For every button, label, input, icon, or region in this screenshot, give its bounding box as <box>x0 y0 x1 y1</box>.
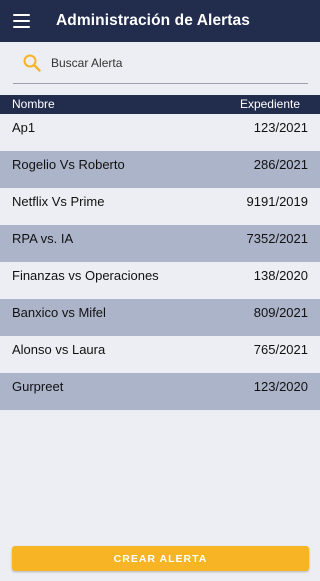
menu-line <box>13 20 30 22</box>
app-bar: Administración de Alertas <box>0 0 320 42</box>
table-row[interactable]: Netflix Vs Prime 9191/2019 <box>0 188 320 225</box>
row-expediente: 123/2020 <box>253 379 308 394</box>
row-expediente: 9191/2019 <box>246 194 308 209</box>
row-name: Ap1 <box>12 120 36 135</box>
table-row[interactable]: Rogelio Vs Roberto 286/2021 <box>0 151 320 188</box>
row-expediente: 123/2021 <box>253 120 308 135</box>
row-name: Netflix Vs Prime <box>12 194 105 209</box>
table-row[interactable]: Gurpreet 123/2020 <box>0 373 320 410</box>
table-header: Nombre Expediente <box>0 95 320 114</box>
search-input[interactable] <box>51 52 301 74</box>
row-expediente: 809/2021 <box>253 305 308 320</box>
row-name: Gurpreet <box>12 379 64 394</box>
menu-line <box>13 26 30 28</box>
column-header-nombre: Nombre <box>12 97 55 111</box>
row-expediente: 286/2021 <box>253 157 308 172</box>
column-header-expediente: Expediente <box>239 97 300 111</box>
menu-line <box>13 14 30 16</box>
row-expediente: 7352/2021 <box>246 231 308 246</box>
create-alert-button[interactable]: CREAR ALERTA <box>12 546 309 571</box>
table-row[interactable]: Alonso vs Laura 765/2021 <box>0 336 320 373</box>
row-name: Banxico vs Mifel <box>12 305 106 320</box>
search-icon[interactable] <box>22 53 42 73</box>
row-name: Alonso vs Laura <box>12 342 106 357</box>
hamburger-menu-icon[interactable] <box>13 14 30 28</box>
row-name: RPA vs. IA <box>12 231 74 246</box>
table-row[interactable]: Banxico vs Mifel 809/2021 <box>0 299 320 336</box>
search-bar <box>13 50 308 84</box>
page-title: Administración de Alertas <box>56 12 251 29</box>
row-name: Finanzas vs Operaciones <box>12 268 159 283</box>
row-expediente: 765/2021 <box>253 342 308 357</box>
table-row[interactable]: RPA vs. IA 7352/2021 <box>0 225 320 262</box>
alerts-list: Ap1 123/2021 Rogelio Vs Roberto 286/2021… <box>0 114 320 410</box>
table-row[interactable]: Ap1 123/2021 <box>0 114 320 151</box>
row-expediente: 138/2020 <box>253 268 308 283</box>
table-row[interactable]: Finanzas vs Operaciones 138/2020 <box>0 262 320 299</box>
row-name: Rogelio Vs Roberto <box>12 157 125 172</box>
